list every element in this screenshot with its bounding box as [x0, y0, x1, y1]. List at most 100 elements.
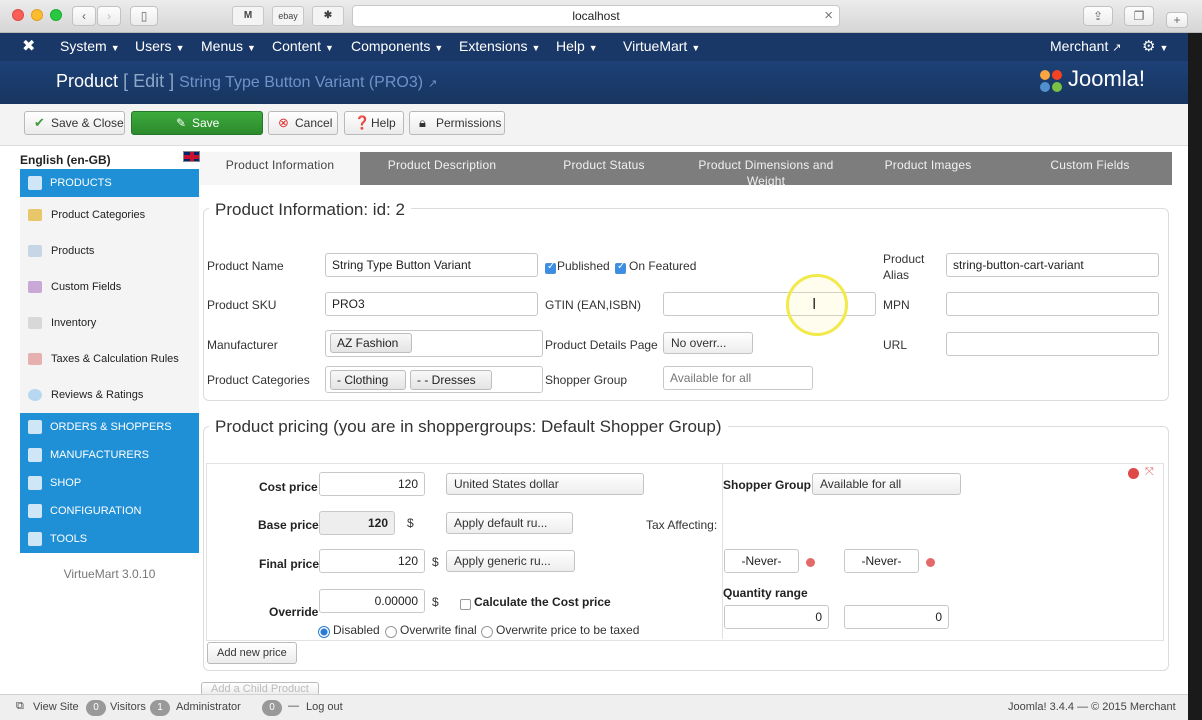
- new-tab-icon[interactable]: +: [1166, 12, 1188, 28]
- clear-end-date-icon[interactable]: [926, 558, 935, 567]
- tab-product-images[interactable]: Product Images: [847, 152, 1009, 185]
- merchant-site-link[interactable]: Merchant ↗: [1050, 33, 1121, 61]
- uk-flag-icon[interactable]: [183, 151, 200, 162]
- question-icon: ❓: [354, 115, 371, 130]
- help-button[interactable]: ❓ Help: [344, 111, 404, 135]
- tab-product-dimensions[interactable]: Product Dimensions and Weight: [685, 152, 847, 188]
- final-price-input[interactable]: 120: [319, 549, 425, 573]
- joomla-home-icon[interactable]: ✖: [22, 33, 35, 61]
- product-name-input[interactable]: String Type Button Variant: [325, 253, 538, 277]
- menu-menus[interactable]: Menus ▼: [201, 33, 256, 61]
- remove-price-icon[interactable]: [1128, 468, 1139, 479]
- sidebar-configuration[interactable]: CONFIGURATION: [20, 497, 199, 525]
- override-currency-symbol: $: [432, 595, 439, 609]
- calculate-cost-checkbox[interactable]: [460, 599, 471, 610]
- tab-product-status[interactable]: Product Status: [523, 152, 685, 185]
- tab-product-information[interactable]: Product Information: [200, 152, 360, 185]
- shopper-group-input[interactable]: Available for all: [663, 366, 813, 390]
- sidebar-toggle-icon[interactable]: ▯: [130, 6, 158, 26]
- cancel-button[interactable]: ⊗ Cancel: [268, 111, 338, 135]
- bookmark-m[interactable]: M: [232, 6, 264, 26]
- logout-count-badge: 0: [262, 700, 282, 716]
- apply-generic-rule-select[interactable]: Apply generic ru...: [446, 550, 575, 572]
- address-bar[interactable]: localhost ×: [352, 5, 840, 27]
- external-link-icon[interactable]: ↗: [428, 78, 437, 90]
- final-price-label: Final price: [259, 557, 320, 571]
- sidebar-tools[interactable]: TOOLS: [20, 525, 199, 553]
- zoom-window-button[interactable]: [50, 9, 62, 21]
- bookmark-joomla-icon[interactable]: ✱: [312, 6, 344, 26]
- sidebar-item-products[interactable]: Products: [20, 233, 199, 269]
- on-featured-checkbox[interactable]: [615, 261, 626, 274]
- back-icon[interactable]: ‹: [72, 6, 96, 26]
- menu-extensions[interactable]: Extensions ▼: [459, 33, 540, 61]
- category-chip-dresses[interactable]: - - Dresses: [410, 370, 492, 390]
- product-information-legend: Product Information: id: 2: [209, 200, 411, 220]
- cost-price-input[interactable]: 120: [319, 472, 425, 496]
- override-price-input[interactable]: 0.00000: [319, 589, 425, 613]
- sidebar-products-header[interactable]: PRODUCTS: [20, 169, 199, 197]
- apply-default-rule-select[interactable]: Apply default ru...: [446, 512, 573, 534]
- overwrite-taxed-radio[interactable]: [481, 626, 493, 638]
- product-sku-input[interactable]: PRO3: [325, 292, 538, 316]
- sidebar-item-reviews[interactable]: Reviews & Ratings: [20, 377, 199, 413]
- shopper-group-price-label: Shopper Group: [723, 478, 811, 492]
- quantity-to-input[interactable]: 0: [844, 605, 949, 629]
- sidebar-item-taxes[interactable]: Taxes & Calculation Rules: [20, 341, 199, 377]
- user-settings-gear-icon[interactable]: ⚙ ▼: [1142, 33, 1168, 61]
- gtin-label: GTIN (EAN,ISBN): [545, 298, 642, 312]
- save-button[interactable]: ✎ Save: [131, 111, 263, 135]
- view-site-link[interactable]: View Site: [33, 701, 79, 713]
- product-details-page-select[interactable]: No overr...: [663, 332, 753, 354]
- view-site-icon[interactable]: ⧉: [16, 700, 24, 713]
- minimize-window-button[interactable]: [31, 9, 43, 21]
- published-checkbox[interactable]: [545, 261, 556, 274]
- mpn-input[interactable]: [946, 292, 1159, 316]
- joomla-logo: Joomla!: [1038, 66, 1178, 96]
- currency-select[interactable]: United States dollar: [446, 473, 644, 495]
- save-close-button[interactable]: ✔ Save & Close: [24, 111, 125, 135]
- logout-link[interactable]: Log out: [306, 701, 343, 713]
- permissions-button[interactable]: 🔒︎ Permissions: [409, 111, 505, 135]
- stop-loading-icon[interactable]: ×: [824, 6, 833, 26]
- shopper-group-price-select[interactable]: Available for all: [812, 473, 961, 495]
- overwrite-final-radio[interactable]: [385, 626, 397, 638]
- menu-content[interactable]: Content ▼: [272, 33, 334, 61]
- forward-icon[interactable]: ›: [97, 6, 121, 26]
- product-details-page-label: Product Details Page: [545, 338, 658, 352]
- tab-custom-fields[interactable]: Custom Fields: [1009, 152, 1171, 185]
- expand-price-icon[interactable]: ⤧: [1145, 466, 1154, 479]
- sidebar-item-product-categories[interactable]: Product Categories: [20, 197, 199, 233]
- menu-virtuemart[interactable]: VirtueMart ▼: [623, 33, 700, 61]
- quantity-from-input[interactable]: 0: [724, 605, 829, 629]
- menu-help[interactable]: Help ▼: [556, 33, 598, 61]
- sidebar-orders-shoppers[interactable]: ORDERS & SHOPPERS: [20, 413, 199, 441]
- price-end-date-input[interactable]: -Never-: [844, 549, 919, 573]
- manufacturer-chip[interactable]: AZ Fashion: [330, 333, 412, 353]
- add-new-price-button[interactable]: Add new price: [207, 642, 297, 664]
- product-pricing-legend: Product pricing (you are in shoppergroup…: [209, 417, 728, 437]
- close-window-button[interactable]: [12, 9, 24, 21]
- tab-product-description[interactable]: Product Description: [361, 152, 523, 185]
- bookmark-ebay[interactable]: ebay: [272, 6, 304, 26]
- menu-components[interactable]: Components ▼: [351, 33, 443, 61]
- sidebar-shop[interactable]: SHOP: [20, 469, 199, 497]
- menu-users[interactable]: Users ▼: [135, 33, 184, 61]
- tabs-overview-icon[interactable]: ❐: [1124, 6, 1154, 26]
- sidebar-manufacturers[interactable]: MANUFACTURERS: [20, 441, 199, 469]
- copyright-text: Joomla! 3.4.4 — © 2015 Merchant: [1008, 701, 1176, 713]
- base-currency-symbol: $: [407, 516, 414, 530]
- category-chip-clothing[interactable]: - Clothing: [330, 370, 406, 390]
- folder-icon: [28, 209, 42, 221]
- product-alias-input[interactable]: string-button-cart-variant: [946, 253, 1159, 277]
- share-icon[interactable]: ⇪: [1083, 6, 1113, 26]
- menu-system[interactable]: System ▼: [60, 33, 120, 61]
- price-start-date-input[interactable]: -Never-: [724, 549, 799, 573]
- url-input[interactable]: [946, 332, 1159, 356]
- clear-start-date-icon[interactable]: [806, 558, 815, 567]
- language-label: English (en-GB): [20, 153, 111, 167]
- sidebar-item-custom-fields[interactable]: Custom Fields: [20, 269, 199, 305]
- cursor-highlight: [786, 274, 848, 336]
- override-disabled-radio[interactable]: [318, 626, 330, 638]
- sidebar-item-inventory[interactable]: Inventory: [20, 305, 199, 341]
